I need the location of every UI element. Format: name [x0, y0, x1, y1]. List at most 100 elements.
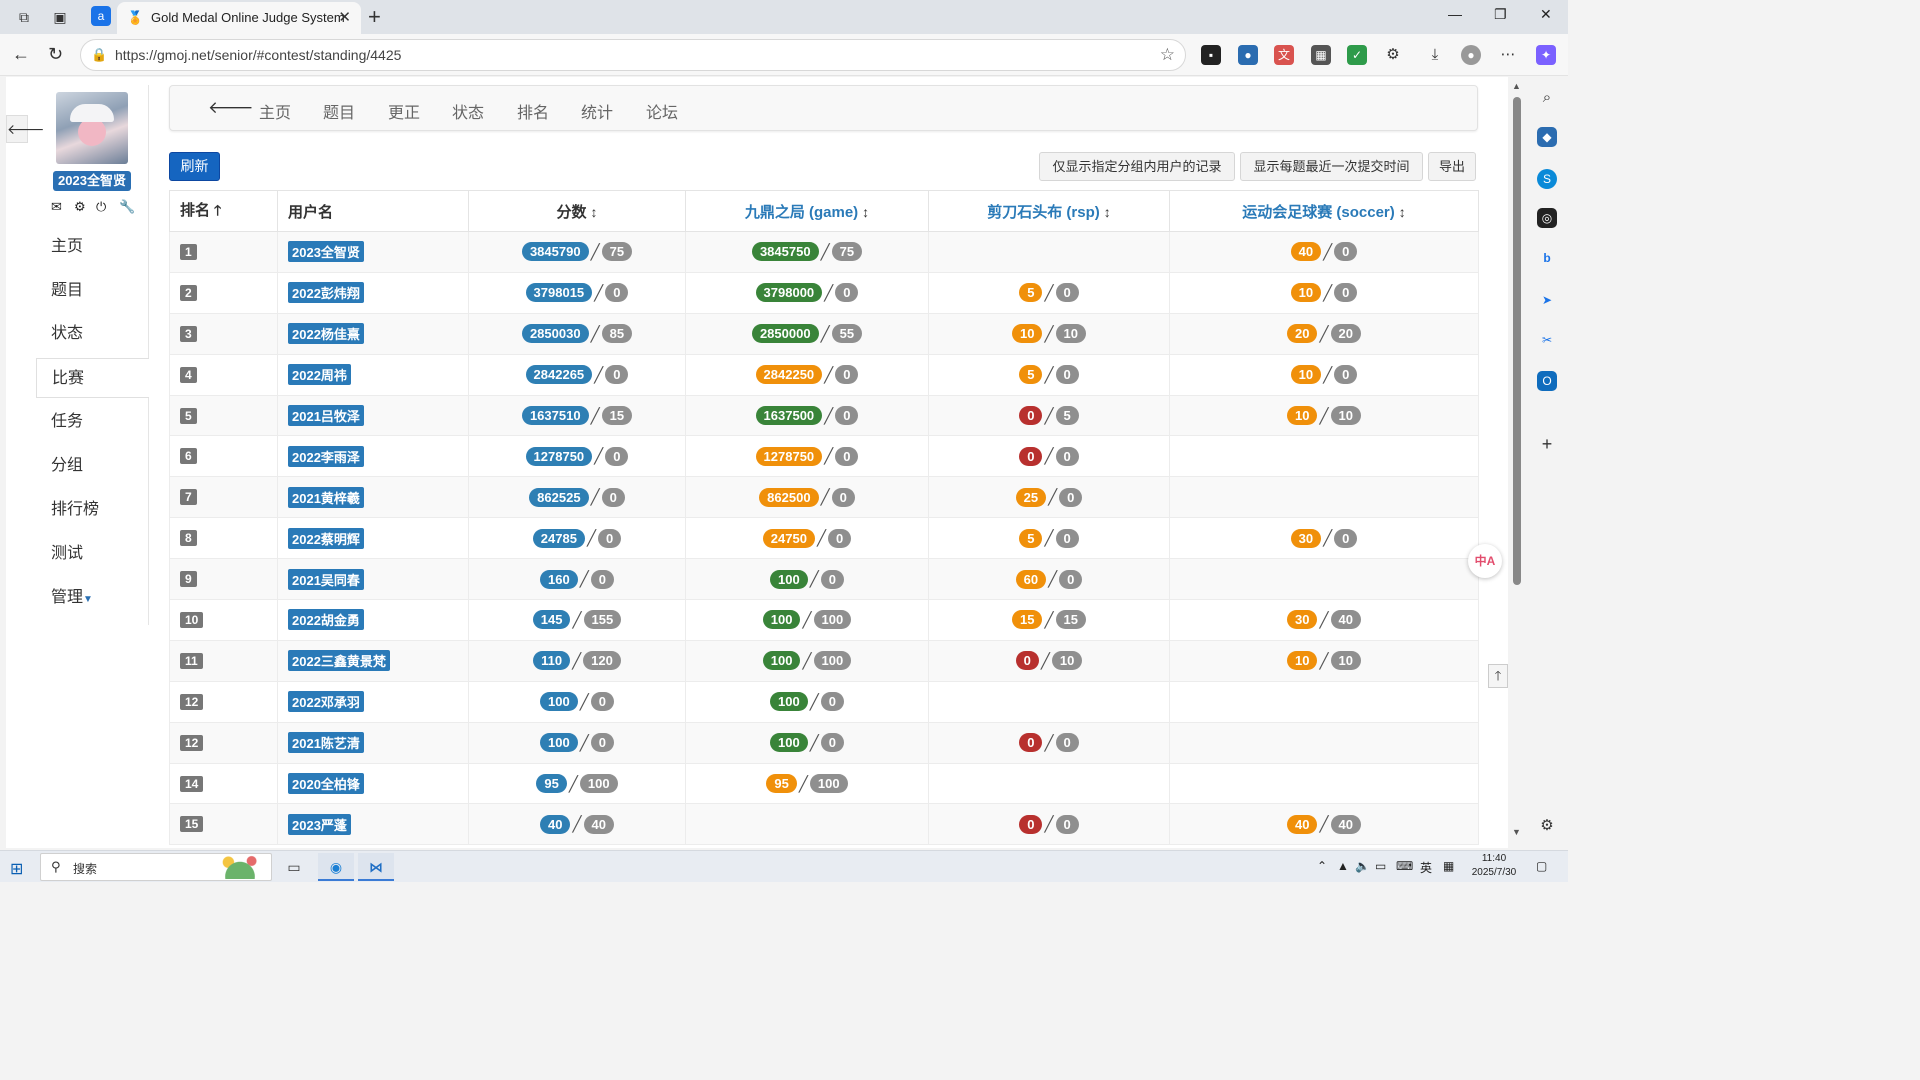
vscode-icon[interactable]: ⋈ — [358, 853, 394, 881]
notification-icon[interactable]: ▢ — [1536, 859, 1547, 873]
score-pill[interactable]: 24750 — [762, 528, 815, 548]
sidebar-item-problems[interactable]: 题目 — [36, 271, 149, 311]
taskbar-clock[interactable]: 11:40 2025/7/30 — [1468, 852, 1520, 880]
chatgpt-icon[interactable]: ◎ — [1537, 208, 1557, 228]
nav-home[interactable]: 主页 — [259, 99, 291, 123]
keyboard-icon[interactable]: ⌨ — [1396, 859, 1413, 873]
score-pill[interactable]: 100 — [762, 651, 801, 671]
user-link[interactable]: 2021吴同春 — [288, 568, 364, 590]
score-pill[interactable]: 10 — [1290, 365, 1322, 385]
sidebar-item-contest[interactable]: 比赛 — [36, 358, 149, 398]
show-last-submit-button[interactable]: 显示每题最近一次提交时间 — [1240, 152, 1423, 181]
score-header[interactable]: 分数 ↕ — [468, 190, 686, 232]
more-menu-icon[interactable]: ⋯ — [1498, 45, 1518, 65]
url-text[interactable]: https://gmoj.net/senior/#contest/standin… — [115, 47, 401, 63]
bing-icon[interactable]: b — [1537, 248, 1557, 268]
score-pill[interactable]: 40 — [1290, 242, 1322, 262]
sidebar-item-admin[interactable]: 管理▼ — [36, 578, 149, 618]
score-pill[interactable]: 100 — [770, 692, 808, 712]
username-badge[interactable]: 2023全智贤 — [53, 171, 131, 191]
score-pill[interactable]: 5 — [1019, 283, 1043, 303]
score-pill[interactable]: 24785 — [532, 528, 585, 548]
extension-icon[interactable]: ● — [1238, 45, 1258, 65]
nav-corrections[interactable]: 更正 — [388, 99, 420, 123]
logout-power-icon[interactable]: ⏻ — [96, 199, 106, 215]
tray-chevron-icon[interactable]: ⌃ — [1317, 859, 1327, 873]
score-pill[interactable]: 0 — [1019, 733, 1043, 753]
ime-mode-icon[interactable]: ▦ — [1443, 859, 1454, 873]
sidebar-item-home[interactable]: 主页 — [36, 227, 149, 267]
copilot-icon[interactable]: ✦ — [1536, 45, 1556, 65]
extensions-puzzle-icon[interactable]: ⚙ — [1383, 45, 1403, 65]
add-icon[interactable]: + — [1537, 434, 1557, 454]
qr-code-icon[interactable]: ▦ — [1311, 45, 1331, 65]
score-pill[interactable]: 3845790 — [521, 242, 589, 262]
score-pill[interactable]: 0 — [1019, 446, 1043, 466]
mail-icon[interactable]: ✉ — [51, 199, 62, 215]
score-pill[interactable]: 10 — [1012, 324, 1043, 344]
restore-icon[interactable]: ❐ — [1494, 6, 1507, 23]
user-link[interactable]: 2021吕牧泽 — [288, 405, 364, 426]
minimize-icon[interactable]: — — [1448, 6, 1462, 22]
download-icon[interactable]: ⤓ — [1425, 45, 1445, 65]
scroll-up-icon[interactable]: ▲ — [1512, 81, 1521, 91]
edge-browser-icon[interactable]: ◉ — [318, 853, 354, 881]
problem-header-soccer[interactable]: 运动会足球赛 (soccer) ↕ — [1169, 190, 1479, 232]
score-pill[interactable]: 862500 — [759, 487, 819, 507]
score-pill[interactable]: 20 — [1287, 324, 1318, 344]
user-link[interactable]: 2022彭炜翔 — [288, 282, 364, 304]
scroll-down-icon[interactable]: ▼ — [1512, 827, 1521, 837]
favorite-star-icon[interactable]: ☆ — [1160, 45, 1175, 65]
back-to-top-icon[interactable]: 🡑 — [1488, 664, 1508, 688]
score-pill[interactable]: 30 — [1290, 528, 1322, 548]
score-pill[interactable]: 3798000 — [755, 283, 823, 303]
pinned-tab-icon[interactable]: a — [91, 6, 111, 26]
score-pill[interactable]: 0 — [1019, 814, 1043, 834]
nav-problems[interactable]: 题目 — [323, 99, 355, 123]
problem-header-game[interactable]: 九鼎之局 (game) ↕ — [685, 190, 929, 232]
back-icon[interactable]: ← — [12, 44, 30, 65]
problem-header-rsp[interactable]: 剪刀石头布 (rsp) ↕ — [928, 190, 1170, 232]
user-link[interactable]: 2022邓承羽 — [288, 691, 364, 713]
score-pill[interactable]: 95 — [766, 774, 797, 794]
score-pill[interactable]: 10 — [1290, 283, 1322, 303]
workspaces-icon[interactable]: ⧉ — [14, 7, 34, 27]
shopping-icon[interactable]: ◆ — [1537, 127, 1557, 147]
score-pill[interactable]: 3798015 — [525, 283, 593, 303]
settings-icon[interactable]: ⚙ — [74, 199, 86, 215]
score-pill[interactable]: 160 — [540, 569, 578, 589]
score-pill[interactable]: 25 — [1015, 487, 1047, 507]
settings-gear-icon[interactable]: ⚙ — [1537, 816, 1557, 836]
score-pill[interactable]: 862525 — [529, 487, 589, 507]
score-pill[interactable]: 110 — [533, 651, 571, 671]
extension-icon[interactable]: ▪ — [1201, 45, 1221, 65]
score-pill[interactable]: 1637510 — [521, 406, 589, 425]
avatar[interactable] — [56, 92, 128, 164]
volume-icon[interactable]: 🔈 — [1355, 859, 1370, 873]
score-pill[interactable]: 3845750 — [751, 242, 819, 262]
tray-app-icon[interactable]: ▲ — [1337, 859, 1349, 873]
search-icon[interactable]: ⌕ — [1537, 88, 1557, 108]
shield-icon[interactable]: ✓ — [1347, 45, 1367, 65]
score-pill[interactable]: 145 — [532, 610, 571, 630]
close-tab-icon[interactable]: ✕ — [338, 8, 351, 26]
taskbar-search[interactable]: ⚲ 搜索 — [40, 853, 272, 881]
problem-link[interactable]: 运动会足球赛 (soccer) — [1242, 204, 1395, 221]
score-pill[interactable]: 100 — [540, 692, 578, 712]
send-icon[interactable]: ➤ — [1537, 290, 1557, 310]
score-pill[interactable]: 15 — [1012, 610, 1043, 630]
outlook-icon[interactable]: O — [1537, 371, 1557, 391]
user-link[interactable]: 2022胡金勇 — [288, 609, 364, 631]
user-link[interactable]: 2021陈艺清 — [288, 732, 364, 754]
close-window-icon[interactable]: ✕ — [1540, 6, 1552, 23]
nav-status[interactable]: 状态 — [452, 99, 484, 123]
translate-extension-icon[interactable]: 文 — [1274, 45, 1294, 65]
scroll-thumb[interactable] — [1513, 97, 1521, 585]
sidebar-item-test[interactable]: 测试 — [36, 534, 149, 574]
refresh-button[interactable]: 刷新 — [169, 152, 220, 181]
collapse-sidebar-icon[interactable]: 🡐 — [6, 115, 45, 143]
user-link[interactable]: 2023全智贤 — [288, 241, 364, 263]
filter-group-button[interactable]: 仅显示指定分组内用户的记录 — [1039, 152, 1235, 181]
wrench-icon[interactable]: 🔧 — [119, 199, 135, 215]
score-pill[interactable]: 60 — [1015, 569, 1047, 589]
